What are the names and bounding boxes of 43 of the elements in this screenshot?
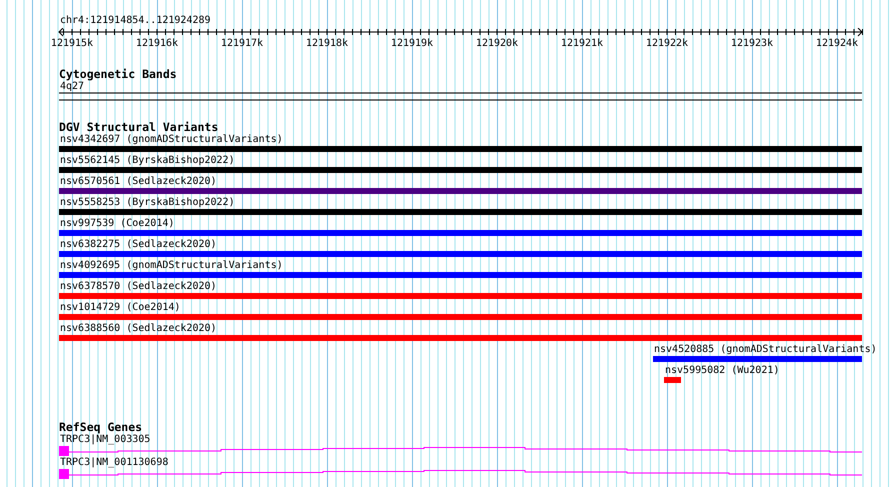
- variant-bar[interactable]: [59, 188, 862, 194]
- variant-label: nsv1014729 (Coe2014): [59, 302, 180, 313]
- variant-bar[interactable]: [59, 251, 862, 257]
- variant-bar[interactable]: [59, 314, 862, 320]
- tick-label: 121924k: [816, 38, 858, 49]
- variant-label: nsv4092695 (gnomADStructuralVariants): [59, 260, 283, 271]
- variant-bar[interactable]: [59, 293, 862, 299]
- track-title: DGV Structural Variants: [58, 121, 218, 134]
- gene-label: TRPC3|NM_003305: [59, 434, 150, 445]
- variant-label: nsv6378570 (Sedlazeck2020): [59, 281, 217, 292]
- variant-label: nsv997539 (Coe2014): [59, 218, 174, 229]
- tick-label: 121923k: [730, 38, 774, 49]
- tick-label: 121915k: [50, 38, 94, 49]
- variant-bar[interactable]: [59, 335, 862, 341]
- variant-label: nsv4520885 (gnomADStructuralVariants): [653, 344, 877, 355]
- gene-model-drawing[interactable]: [59, 445, 862, 457]
- band-label: 4q27: [59, 81, 84, 92]
- variant-label: nsv5558253 (ByrskaBishop2022): [59, 197, 235, 208]
- variant-bar[interactable]: [653, 356, 862, 362]
- variant-label: nsv5995082 (Wu2021): [664, 365, 780, 376]
- gene-model-drawing[interactable]: [59, 468, 862, 480]
- variant-bar[interactable]: [664, 377, 681, 383]
- variant-label: nsv6382275 (Sedlazeck2020): [59, 239, 217, 250]
- variant-bar[interactable]: [59, 209, 862, 215]
- variant-label: nsv5562145 (ByrskaBishop2022): [59, 155, 235, 166]
- tick-label: 121920k: [476, 38, 518, 49]
- gene-label: TRPC3|NM_001130698: [59, 457, 168, 468]
- variant-bar[interactable]: [59, 167, 862, 173]
- tick-label: 121919k: [390, 38, 434, 49]
- tick-label: 121918k: [306, 38, 348, 49]
- track-title: RefSeq Genes: [58, 421, 142, 434]
- track-title: Cytogenetic Bands: [58, 68, 177, 81]
- variant-label: nsv6388560 (Sedlazeck2020): [59, 323, 217, 334]
- variant-bar[interactable]: [59, 230, 862, 236]
- variant-bar[interactable]: [59, 146, 862, 152]
- tick-label: 121922k: [646, 38, 688, 49]
- variant-label: nsv6570561 (Sedlazeck2020): [59, 176, 217, 187]
- tick-label: 121921k: [560, 38, 604, 49]
- variant-bar[interactable]: [59, 272, 862, 278]
- location-label: chr4:121914854..121924289: [59, 15, 212, 27]
- variant-label: nsv4342697 (gnomADStructuralVariants): [59, 134, 283, 145]
- tick-label: 121917k: [220, 38, 264, 49]
- tick-label: 121916k: [136, 38, 178, 49]
